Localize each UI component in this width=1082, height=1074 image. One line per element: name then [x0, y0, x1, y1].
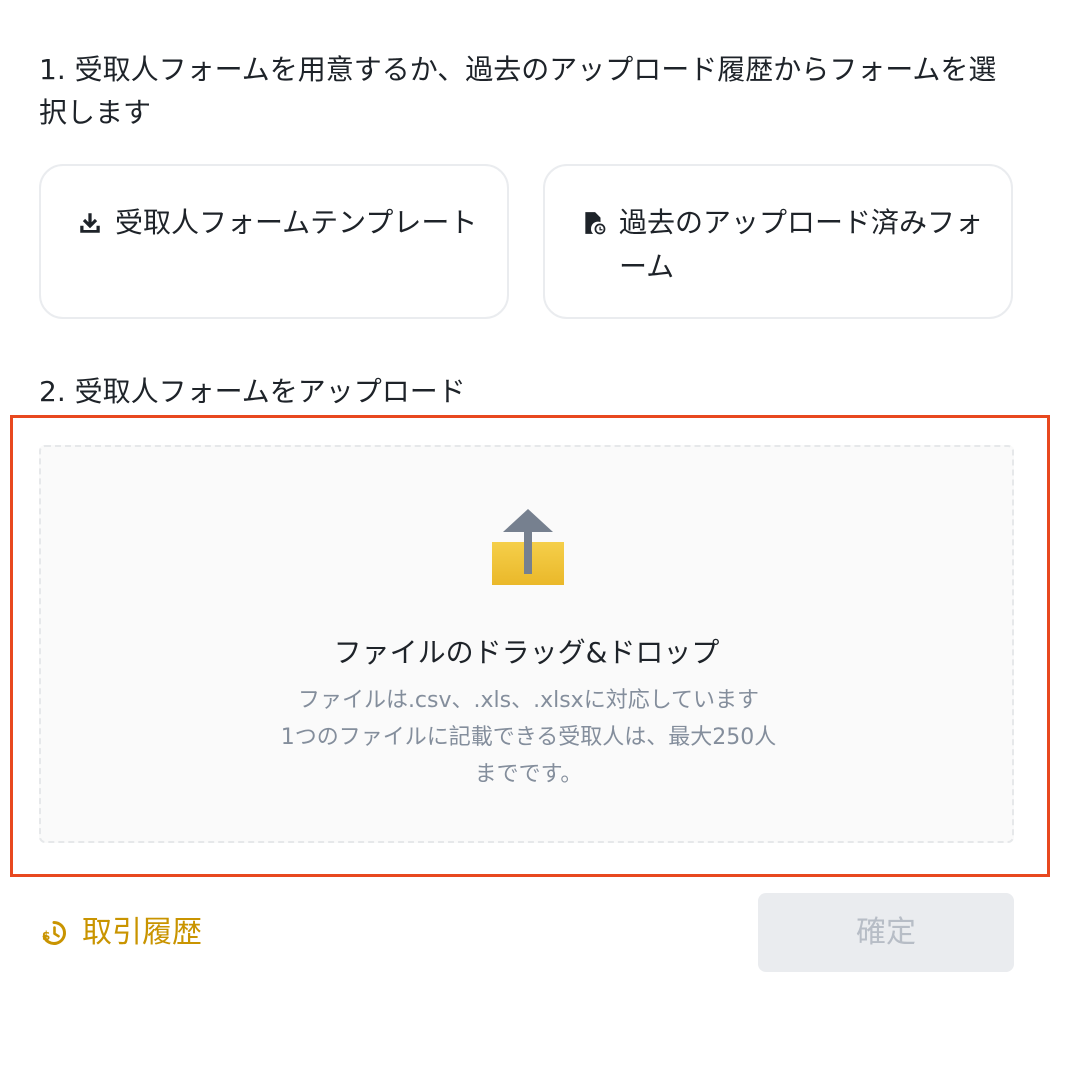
dropzone-formats-text: ファイルは.csv、.xls、.xlsxに対応しています	[297, 688, 760, 713]
upload-folder-icon	[491, 507, 565, 587]
file-dropzone[interactable]: ファイルのドラッグ&ドロップ ファイルは.csv、.xls、.xlsxに対応して…	[39, 445, 1014, 843]
uploaded-forms-card-label: 過去のアップロード済みフォーム	[619, 206, 984, 283]
file-history-icon	[581, 210, 607, 236]
step1-title: 1. 受取人フォームを用意するか、過去のアップロード履歴からフォームを選択します	[39, 53, 997, 129]
dropzone-limit-text: 1つのファイルに記載できる受取人は、最大250人	[280, 725, 777, 750]
transaction-history-label: 取引履歴	[82, 915, 202, 950]
template-download-card[interactable]: 受取人フォームテンプレート	[39, 164, 509, 319]
dropzone-description: ファイルは.csv、.xls、.xlsxに対応しています 1つのファイルに記載で…	[241, 682, 816, 793]
step2-title: 2. 受取人フォームをアップロード	[39, 375, 466, 408]
svg-text:$: $	[42, 929, 50, 943]
download-icon	[77, 210, 103, 236]
transaction-history-link[interactable]: $ 取引履歴	[40, 910, 202, 956]
transaction-history-icon: $	[40, 919, 68, 947]
confirm-button[interactable]: 確定	[758, 893, 1014, 972]
dropzone-title: ファイルのドラッグ&ドロップ	[333, 636, 720, 669]
dropzone-limit-text-continued: までです。	[474, 762, 583, 787]
uploaded-forms-card[interactable]: 過去のアップロード済みフォーム	[543, 164, 1013, 319]
template-card-label: 受取人フォームテンプレート	[115, 206, 478, 239]
